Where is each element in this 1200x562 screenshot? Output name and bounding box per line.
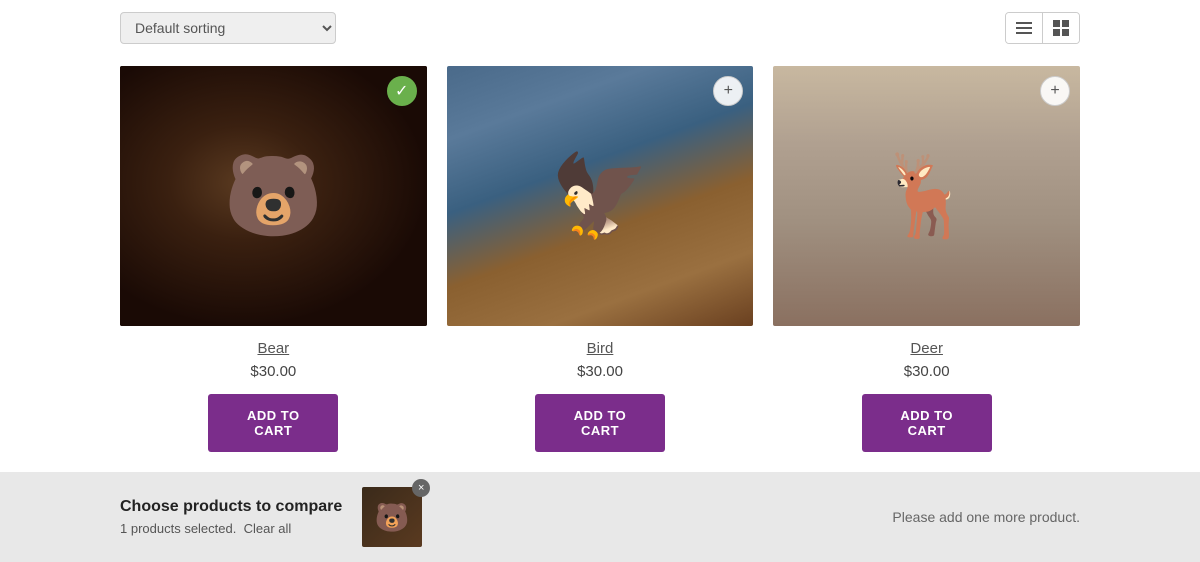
compare-bar-text: Choose products to compare 1 products se… <box>120 498 342 536</box>
clear-all-link[interactable]: Clear all <box>244 521 292 536</box>
compare-thumbnail-wrapper: 🐻 × <box>362 487 422 547</box>
deer-image <box>773 66 1080 326</box>
product-image-bird: + <box>447 66 754 326</box>
compare-count: 1 products selected. Clear all <box>120 521 342 536</box>
products-grid: ✓ Bear $30.00 ADD TO CART + Bird $30.00 … <box>0 56 1200 472</box>
product-card-bird: + Bird $30.00 ADD TO CART <box>447 66 754 452</box>
remove-compare-button[interactable]: × <box>412 479 430 497</box>
product-card-bear: ✓ Bear $30.00 ADD TO CART <box>120 66 427 452</box>
page-wrapper: Default sorting Sort by popularity Sort … <box>0 0 1200 562</box>
list-icon <box>1016 20 1032 36</box>
product-name-deer[interactable]: Deer <box>773 340 1080 357</box>
compare-bar-left: Choose products to compare 1 products se… <box>120 487 422 547</box>
add-to-cart-bird[interactable]: ADD TO CART <box>535 394 665 452</box>
sort-select[interactable]: Default sorting Sort by popularity Sort … <box>120 12 336 44</box>
add-to-cart-deer[interactable]: ADD TO CART <box>862 394 992 452</box>
product-name-bear[interactable]: Bear <box>120 340 427 357</box>
product-card-deer: + Deer $30.00 ADD TO CART <box>773 66 1080 452</box>
list-view-button[interactable] <box>1006 13 1043 43</box>
compare-bar-right: Please add one more product. <box>892 509 1080 525</box>
grid-icon <box>1053 20 1069 36</box>
product-price-bear: $30.00 <box>120 363 427 380</box>
add-to-cart-bear[interactable]: ADD TO CART <box>208 394 338 452</box>
product-name-bird[interactable]: Bird <box>447 340 754 357</box>
product-price-bird: $30.00 <box>447 363 754 380</box>
view-toggles <box>1005 12 1080 44</box>
compare-title: Choose products to compare <box>120 498 342 516</box>
compare-thumbnail-bear: 🐻 <box>362 487 422 547</box>
compare-button-bear[interactable]: ✓ <box>387 76 417 106</box>
compare-button-deer[interactable]: + <box>1040 76 1070 106</box>
product-price-deer: $30.00 <box>773 363 1080 380</box>
grid-view-button[interactable] <box>1043 13 1079 43</box>
top-bar: Default sorting Sort by popularity Sort … <box>0 0 1200 56</box>
bird-image <box>447 66 754 326</box>
product-image-deer: + <box>773 66 1080 326</box>
bear-image <box>120 66 427 326</box>
compare-count-text: 1 products selected. <box>120 521 236 536</box>
compare-bar: Choose products to compare 1 products se… <box>0 472 1200 562</box>
product-image-bear: ✓ <box>120 66 427 326</box>
